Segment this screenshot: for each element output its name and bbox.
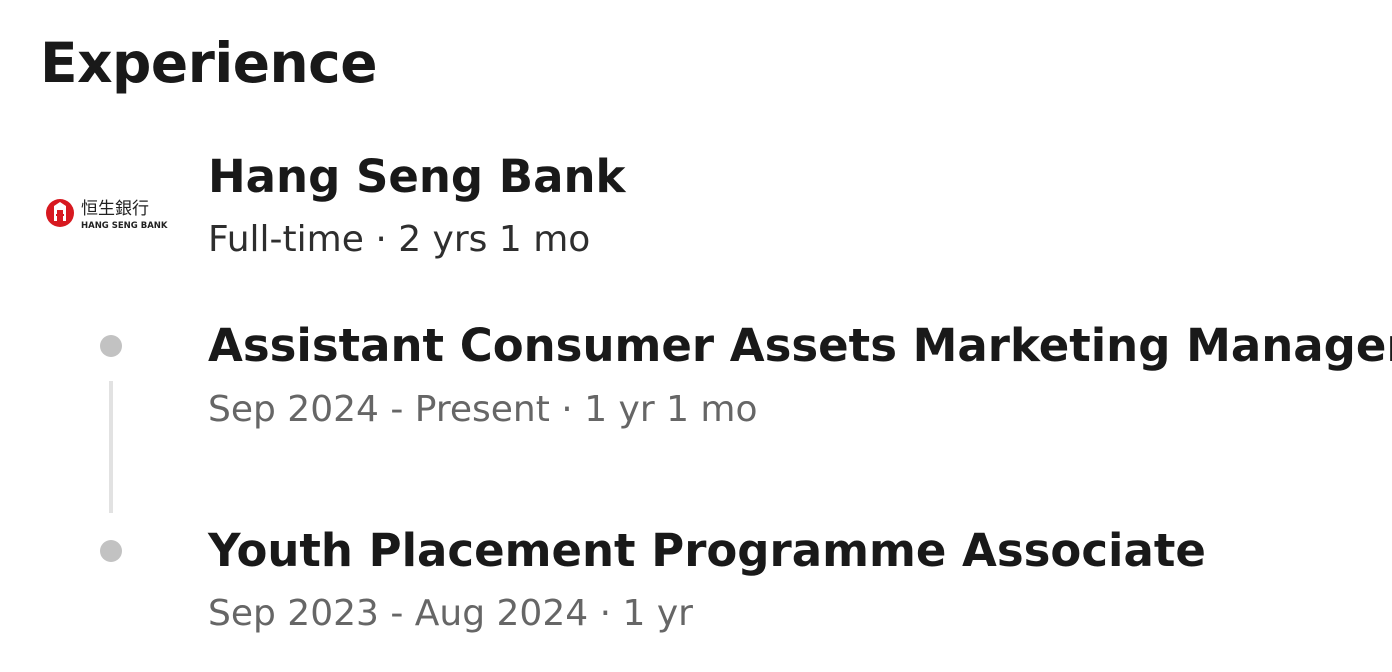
company-employment-meta: Full-time · 2 yrs 1 mo	[208, 219, 591, 260]
section-title: Experience	[40, 31, 378, 95]
role-title[interactable]: Assistant Consumer Assets Marketing Mana…	[208, 319, 1392, 373]
svg-text:HANG SENG BANK: HANG SENG BANK	[81, 221, 168, 231]
timeline-connector	[109, 381, 113, 513]
hang-seng-bank-logo-icon[interactable]: 恒生銀行 HANG SENG BANK	[44, 194, 180, 234]
svg-text:恒生銀行: 恒生銀行	[81, 199, 149, 219]
role-dates: Sep 2024 - Present · 1 yr 1 mo	[208, 389, 758, 430]
role-dates: Sep 2023 - Aug 2024 · 1 yr	[208, 593, 693, 634]
experience-section: Experience 恒生銀行 HANG SENG BANK Hang Seng…	[0, 0, 1392, 672]
company-name[interactable]: Hang Seng Bank	[208, 150, 625, 204]
timeline-dot	[100, 540, 122, 562]
role-title[interactable]: Youth Placement Programme Associate	[208, 524, 1206, 578]
timeline-dot	[100, 335, 122, 357]
